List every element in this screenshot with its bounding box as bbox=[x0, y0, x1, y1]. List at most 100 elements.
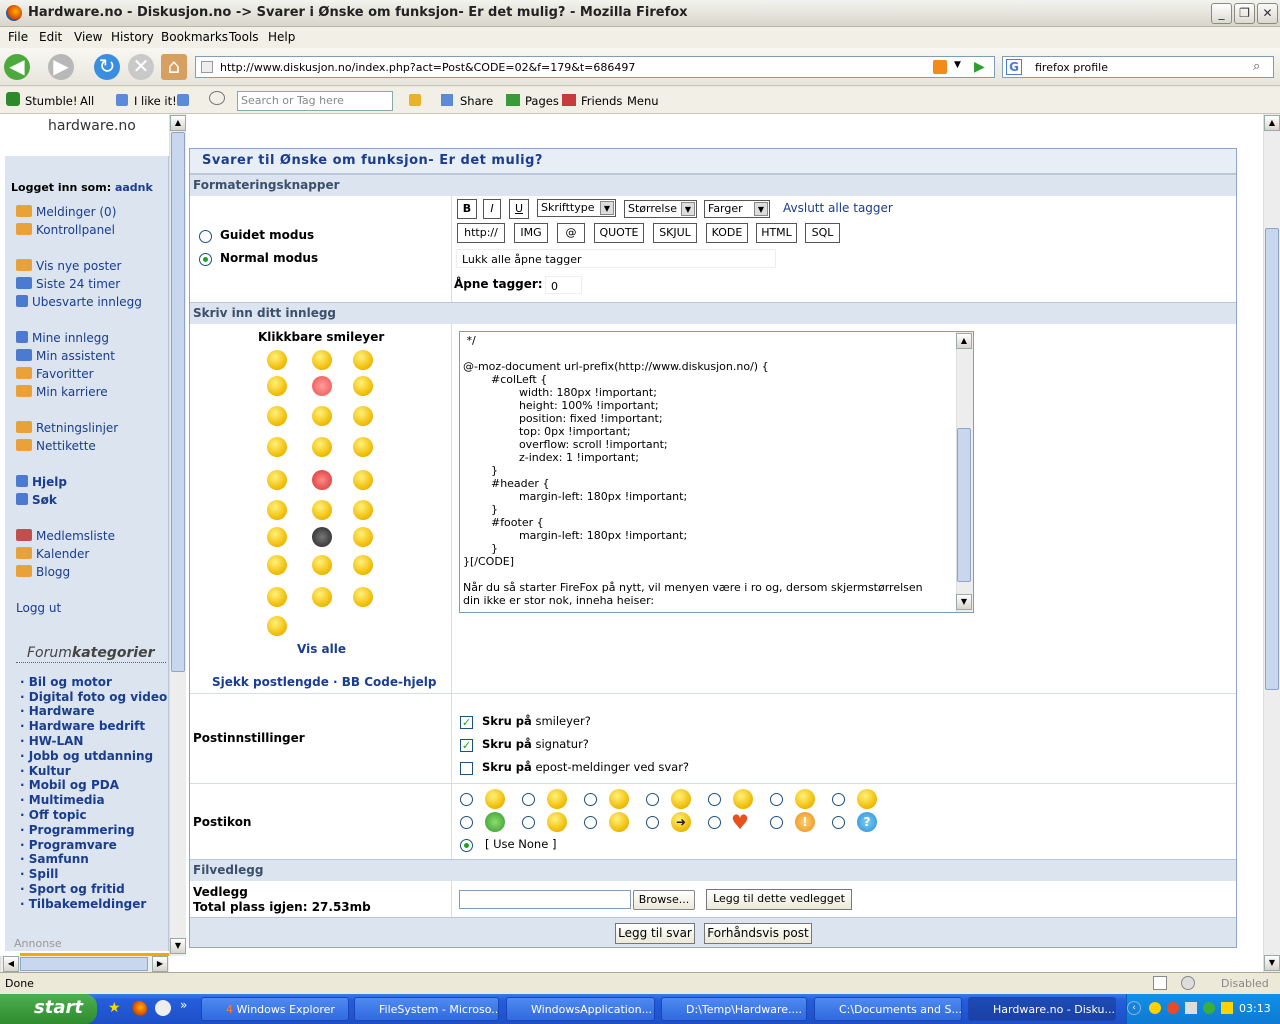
sidebar-item-blog[interactable]: Blogg bbox=[16, 565, 70, 579]
scroll-up-icon[interactable]: ▲ bbox=[170, 115, 186, 131]
sidebar-item-netiquette[interactable]: Nettikette bbox=[16, 439, 96, 453]
sidebar-item-calendar[interactable]: Kalender bbox=[16, 547, 89, 561]
url-tag-button[interactable]: http:// bbox=[457, 223, 505, 243]
tray-icon[interactable] bbox=[1221, 1002, 1233, 1014]
use-none-radio[interactable] bbox=[460, 839, 473, 852]
sidebar-item-guidelines[interactable]: Retningslinjer bbox=[16, 421, 118, 435]
show-all-smileys-link[interactable]: Vis alle bbox=[297, 642, 346, 656]
code-tag-button[interactable]: KODE bbox=[706, 223, 748, 243]
smiley-icon[interactable] bbox=[312, 527, 332, 547]
smiley-icon[interactable] bbox=[353, 527, 373, 547]
task-filesystem[interactable]: FileSystem - Microso... bbox=[354, 997, 499, 1021]
sidebar-item-search[interactable]: Søk bbox=[16, 493, 57, 507]
preview-post-button[interactable]: Forhåndsvis post bbox=[704, 923, 812, 944]
scroll-right-icon[interactable]: ▶ bbox=[152, 956, 168, 972]
smiley-icon[interactable] bbox=[312, 437, 332, 457]
normal-mode-radio[interactable] bbox=[199, 253, 212, 266]
tag-icon[interactable] bbox=[409, 94, 421, 106]
bbcode-help-link[interactable]: BB Code-hjelp bbox=[342, 675, 437, 689]
smiley-icon[interactable] bbox=[353, 350, 373, 370]
italic-button[interactable]: I bbox=[483, 199, 501, 219]
menu-tools[interactable]: Tools bbox=[229, 30, 259, 44]
smiley-icon[interactable] bbox=[312, 500, 332, 520]
category-link[interactable]: · Digital foto og video bbox=[20, 690, 167, 704]
task-temp-hardware[interactable]: D:\Temp\Hardware.... bbox=[661, 997, 807, 1021]
tray-icon[interactable] bbox=[1203, 1002, 1215, 1014]
post-icon-radio[interactable] bbox=[646, 816, 659, 829]
star-icon[interactable]: ★ bbox=[108, 1000, 124, 1016]
textarea-scroll-thumb[interactable] bbox=[957, 428, 971, 582]
smiley-icon[interactable] bbox=[312, 350, 332, 370]
sidebar-item-favorites[interactable]: Favoritter bbox=[16, 367, 94, 381]
category-link[interactable]: · Samfunn bbox=[20, 852, 89, 866]
post-icon-radio[interactable] bbox=[832, 816, 845, 829]
sidebar-scroll-thumb[interactable] bbox=[171, 132, 185, 672]
category-link[interactable]: · Mobil og PDA bbox=[20, 778, 119, 792]
smiley-icon[interactable] bbox=[267, 587, 287, 607]
tag-search-input[interactable]: Search or Tag here bbox=[237, 91, 393, 111]
font-select[interactable]: Skrifttype ▼ bbox=[537, 199, 616, 217]
smiley-icon[interactable] bbox=[312, 406, 332, 426]
category-link[interactable]: · Hardware bedrift bbox=[20, 719, 145, 733]
category-link[interactable]: · Programmering bbox=[20, 823, 135, 837]
smiley-icon[interactable] bbox=[353, 376, 373, 396]
menu-file[interactable]: File bbox=[8, 30, 28, 44]
html-tag-button[interactable]: HTML bbox=[756, 223, 797, 243]
scroll-left-icon[interactable]: ◀ bbox=[3, 956, 19, 972]
page-status-icon[interactable] bbox=[1153, 976, 1167, 990]
tray-icon[interactable] bbox=[1167, 1002, 1179, 1014]
task-firefox[interactable]: Hardware.no - Disku... bbox=[968, 997, 1116, 1021]
category-link[interactable]: · Spill bbox=[20, 867, 58, 881]
smiley-icon[interactable] bbox=[267, 376, 287, 396]
stumble-button[interactable]: Stumble! bbox=[25, 94, 77, 108]
sidebar-item-career[interactable]: Min karriere bbox=[16, 385, 108, 399]
scroll-down-icon[interactable]: ▼ bbox=[170, 938, 186, 954]
category-link[interactable]: · HW-LAN bbox=[20, 734, 83, 748]
post-icon-radio[interactable] bbox=[770, 816, 783, 829]
scroll-up-icon[interactable]: ▲ bbox=[956, 333, 972, 349]
category-link[interactable]: · Kultur bbox=[20, 764, 71, 778]
post-icon-radio[interactable] bbox=[832, 793, 845, 806]
smiley-icon[interactable] bbox=[353, 587, 373, 607]
google-icon[interactable]: G bbox=[1006, 59, 1022, 75]
signature-checkbox[interactable]: ✓ bbox=[460, 739, 473, 752]
category-link[interactable]: · Tilbakemeldinger bbox=[20, 897, 146, 911]
sidebar-item-my-posts[interactable]: Mine innlegg bbox=[16, 331, 109, 345]
thumbs-up-icon[interactable] bbox=[116, 94, 128, 106]
smiley-icon[interactable] bbox=[267, 616, 287, 636]
post-textarea[interactable]: */ @-moz-document url-prefix(http://www.… bbox=[459, 331, 974, 613]
task-documents[interactable]: C:\Documents and S... bbox=[814, 997, 962, 1021]
post-icon-radio[interactable] bbox=[460, 816, 473, 829]
search-bar[interactable]: G firefox profile ⌕ bbox=[1002, 56, 1274, 78]
tray-expand-icon[interactable]: ‹ bbox=[1127, 1001, 1141, 1015]
close-button[interactable]: ✕ bbox=[1257, 3, 1278, 24]
check-length-link[interactable]: Sjekk postlengde bbox=[212, 675, 329, 689]
post-icon-radio[interactable] bbox=[770, 793, 783, 806]
category-link[interactable]: · Hardware bbox=[20, 704, 95, 718]
smiley-icon[interactable] bbox=[267, 350, 287, 370]
smiley-icon[interactable] bbox=[353, 555, 373, 575]
volume-icon[interactable] bbox=[1185, 1002, 1197, 1014]
post-icon-radio[interactable] bbox=[522, 816, 535, 829]
smiley-icon[interactable] bbox=[267, 555, 287, 575]
post-icon-radio[interactable] bbox=[646, 793, 659, 806]
close-open-tags-button[interactable]: Lukk alle åpne tagger bbox=[456, 249, 776, 268]
home-icon[interactable]: ⌂ bbox=[161, 54, 187, 80]
underline-button[interactable]: U bbox=[509, 199, 529, 219]
guided-mode-radio[interactable] bbox=[199, 230, 212, 243]
reload-icon[interactable]: ↻ bbox=[94, 54, 120, 80]
category-link[interactable]: · Sport og fritid bbox=[20, 882, 125, 896]
color-select[interactable]: Farger ▼ bbox=[704, 200, 770, 218]
category-link[interactable]: · Programvare bbox=[20, 838, 117, 852]
share-button[interactable]: Share bbox=[460, 94, 493, 108]
file-path-input[interactable] bbox=[459, 890, 631, 909]
sidebar-item-last-24h[interactable]: Siste 24 timer bbox=[16, 277, 120, 291]
sidebar-h-thumb[interactable] bbox=[20, 957, 148, 971]
email-tag-button[interactable]: @ bbox=[557, 223, 585, 243]
menu-edit[interactable]: Edit bbox=[39, 30, 62, 44]
rss-icon[interactable] bbox=[933, 60, 947, 74]
task-windows-explorer[interactable]: 4 Windows Explorer bbox=[201, 997, 349, 1021]
img-tag-button[interactable]: IMG bbox=[514, 223, 548, 243]
smiley-icon[interactable] bbox=[353, 500, 373, 520]
menu-bookmarks[interactable]: Bookmarks bbox=[161, 30, 228, 44]
